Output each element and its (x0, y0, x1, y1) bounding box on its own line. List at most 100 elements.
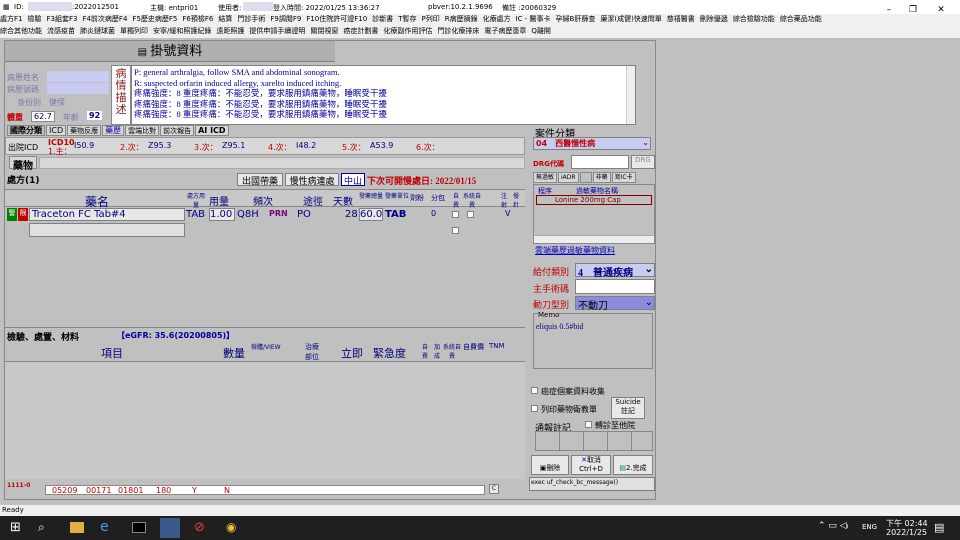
exam-list[interactable] (5, 361, 525, 479)
suicide-button[interactable]: Suicide註記 (611, 397, 645, 419)
complete-button[interactable]: ▤2.完成 (613, 455, 653, 475)
rx-unit-cell[interactable]: TAB (186, 209, 205, 220)
menu-item[interactable]: F5歷史病歷F5 (132, 15, 177, 23)
self-pay-checkbox[interactable] (452, 211, 459, 218)
menu-item[interactable]: 結算 (218, 15, 232, 23)
zhongshan-button[interactable]: 中山 (341, 173, 365, 187)
menu-item[interactable]: 綜合檢驗功能 (733, 15, 775, 23)
dose-cell[interactable]: 1.00 (209, 208, 235, 221)
menu-item[interactable]: 化療副作用評估 (383, 27, 432, 35)
menu-item[interactable]: 廉潔(成健)快速問單 (600, 15, 661, 23)
memo-box[interactable]: Memo eliquis 0.5#bid (533, 311, 653, 369)
row2-checkbox[interactable] (452, 227, 459, 234)
menu-item[interactable]: 關閉視窗 (310, 27, 338, 35)
case-select[interactable]: 04 西醫慢性病 ⌄ (533, 137, 651, 150)
tab-international[interactable]: 國際分類 (7, 125, 45, 136)
menu-item[interactable]: 綜合藥品功能 (780, 15, 822, 23)
menu-item[interactable]: F10住院許可證F10 (306, 15, 367, 23)
menu-item[interactable]: 癌症計劃書 (343, 27, 378, 35)
write-ic-card-button[interactable]: 寫IC卡 (611, 172, 636, 183)
dispense-unit-cell[interactable]: TAB (385, 209, 406, 220)
menu-item[interactable]: IC - 醫事卡 (516, 15, 551, 23)
restore-button[interactable]: ❐ (902, 3, 924, 14)
tab-prev-report[interactable]: 前次報告 (160, 125, 195, 136)
drug-name-cell[interactable]: Traceton FC Tab#4 (29, 208, 185, 221)
menu-item[interactable]: 電子病歷簽章 (484, 27, 526, 35)
horizontal-scrollbar[interactable] (534, 235, 654, 243)
cancer-checkbox[interactable] (531, 387, 538, 394)
icd4[interactable]: I48.2 (296, 141, 316, 150)
prn-cell[interactable]: PRN (269, 209, 288, 218)
total-cell[interactable]: 60.0 (359, 208, 383, 221)
days-cell[interactable]: 28 (345, 209, 358, 220)
notification-icon[interactable]: ▤ (934, 521, 944, 534)
chronic-rx-button[interactable]: 慢性病連處 (285, 173, 339, 187)
menu-item[interactable]: 診斷書 (372, 15, 393, 23)
scrollbar[interactable] (626, 66, 635, 124)
menu-item[interactable]: 提供申請手續證明 (249, 27, 305, 35)
menu-item[interactable]: 遠距照護 (216, 27, 244, 35)
drug-name-input[interactable] (29, 223, 185, 237)
print-edu-checkbox[interactable] (531, 405, 538, 412)
delete-button[interactable]: ▣刪除 (531, 455, 569, 475)
cancel-button[interactable]: ✕取消 Ctrl+D (571, 455, 611, 475)
menu-item[interactable]: F3組套F3 (46, 15, 77, 23)
menu-item[interactable]: 流感疫苗 (47, 27, 75, 35)
rx-row[interactable]: 警 限 Traceton FC Tab#4 TAB 1.00 Q8H PRN P… (5, 208, 525, 222)
close-button[interactable]: ✕ (930, 3, 952, 14)
pay-select[interactable]: 4 普通疾病 ⌄ (575, 263, 655, 279)
icd2[interactable]: Z95.3 (148, 141, 171, 150)
allergy-list[interactable]: 程序 過敏藥物名稱 Lonine 200mg Cap (533, 184, 655, 244)
menu-item[interactable]: F4前次病歷F4 (82, 15, 127, 23)
menu-item[interactable]: 化療處方 (483, 15, 511, 23)
terminal-icon[interactable] (132, 522, 146, 533)
app-icon[interactable]: ◉ (226, 520, 236, 534)
pack-cell[interactable]: 0 (431, 209, 436, 218)
drg-button[interactable]: DRG (631, 155, 655, 169)
export-drug-button[interactable]: 出國帶藥 (237, 173, 283, 187)
allergy-item[interactable]: Lonine 200mg Cap (536, 195, 652, 205)
icd3[interactable]: Z95.1 (222, 141, 245, 150)
tab-no-allergy[interactable]: 無過敏 (533, 172, 558, 183)
menu-item[interactable]: T暫存 (398, 15, 416, 23)
sys-self-checkbox[interactable] (467, 211, 474, 218)
menu-item[interactable]: F9調閱F9 (270, 15, 301, 23)
tab-non-drug[interactable]: 非藥 (592, 172, 611, 183)
freq-cell[interactable]: Q8H (237, 209, 259, 220)
cloud-allergy-link[interactable]: 雲端藥歷過敏藥物資料 (535, 245, 615, 256)
report-grid[interactable] (535, 431, 653, 451)
app-icon[interactable]: ⊘ (194, 520, 205, 535)
tab-iadr[interactable]: iADR (558, 172, 579, 183)
drg-input[interactable] (571, 155, 629, 169)
minimize-button[interactable]: – (878, 3, 900, 14)
tab-empty[interactable] (579, 172, 592, 183)
tab-drug-reaction[interactable]: 藥物反應 (67, 125, 102, 136)
route-cell[interactable]: PO (297, 209, 311, 220)
windows-start-icon[interactable]: ⊞ (10, 520, 21, 535)
tab-drug-history[interactable]: 藥歷 (102, 125, 125, 136)
menu-item[interactable]: 門診化療排床 (437, 27, 479, 35)
disease-textarea[interactable]: P: general arthralgia, follow SMA and ab… (131, 65, 636, 125)
menu-item[interactable]: 處方F1 (0, 15, 22, 23)
menu-item[interactable]: 安寧/緩和照護紀錄 (153, 27, 211, 35)
knife-select[interactable]: 不動刀 ⌄ (575, 296, 655, 312)
menu-item[interactable]: 刪除優遞 (700, 15, 728, 23)
tab-ai-icd[interactable]: AI ICD (195, 125, 229, 136)
icd-main[interactable]: I50.9 (74, 141, 94, 150)
app-icon-active[interactable] (160, 518, 180, 538)
search-icon[interactable]: ⌕ (38, 520, 45, 535)
menu-item[interactable]: Q離開 (531, 27, 551, 35)
menu-item[interactable]: P列印 (421, 15, 439, 23)
op-input[interactable] (575, 279, 655, 294)
transfer-checkbox[interactable] (585, 421, 592, 428)
menu-item[interactable]: 孕婦B肝篩查 (556, 15, 596, 23)
menu-item[interactable]: 檢驗 (27, 15, 41, 23)
clock-date[interactable]: 2022/1/25 (886, 528, 927, 537)
ime-indicator[interactable]: ENG (862, 523, 877, 531)
menu-item[interactable]: 肺炎鏈球菌 (80, 27, 115, 35)
menu-item[interactable]: 門診手術 (237, 15, 265, 23)
menu-item[interactable]: 綜合其他功能 (0, 27, 42, 35)
menu-item[interactable]: 慈禧醫書 (667, 15, 695, 23)
drug-field[interactable] (39, 157, 525, 169)
c-button[interactable]: C (489, 484, 499, 494)
